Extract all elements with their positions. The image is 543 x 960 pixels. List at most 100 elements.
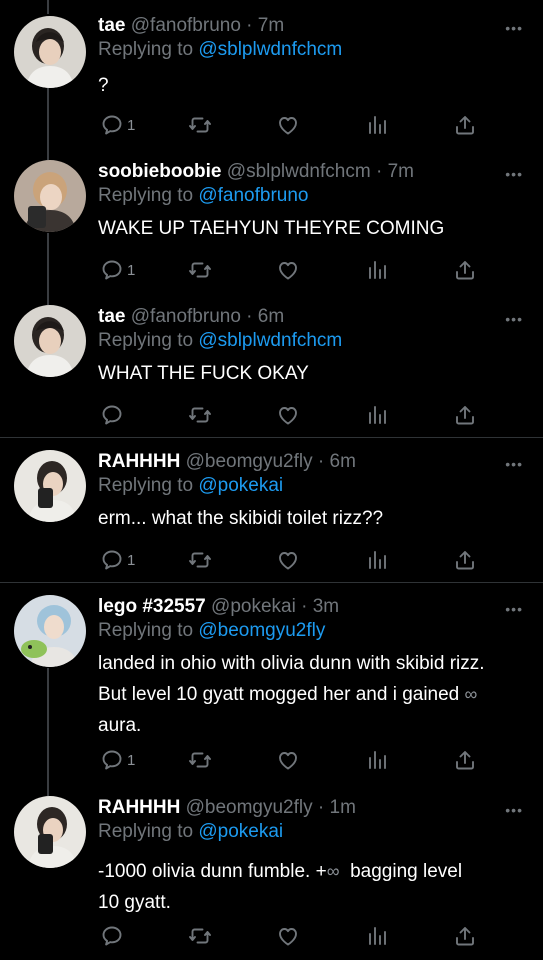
reply-button[interactable] xyxy=(100,402,127,428)
avatar[interactable] xyxy=(14,16,86,88)
views-button[interactable] xyxy=(365,112,389,138)
action-bar xyxy=(98,923,488,949)
tweet-text-line: 10 gyatt. xyxy=(98,892,171,913)
author-handle[interactable]: @fanofbruno xyxy=(131,15,241,36)
retweet-button[interactable] xyxy=(188,923,212,949)
author-handle[interactable]: @pokekai xyxy=(211,596,296,617)
share-icon xyxy=(453,548,477,572)
mention-link[interactable]: @beomgyu2fly xyxy=(198,620,325,641)
separator-dot: · xyxy=(375,161,383,182)
share-icon xyxy=(453,258,477,282)
views-button[interactable] xyxy=(365,402,389,428)
author-name[interactable]: RAHHHH xyxy=(98,797,180,818)
share-button[interactable] xyxy=(453,747,477,773)
author-name[interactable]: lego #32557 xyxy=(98,596,206,617)
like-button[interactable] xyxy=(276,547,300,573)
views-button[interactable] xyxy=(365,257,389,283)
views-button[interactable] xyxy=(365,747,389,773)
share-button[interactable] xyxy=(453,923,477,949)
like-button[interactable] xyxy=(276,257,300,283)
more-options-icon[interactable]: ••• xyxy=(505,311,523,327)
avatar[interactable] xyxy=(14,595,86,667)
retweet-button[interactable] xyxy=(188,257,212,283)
timestamp[interactable]: 7m xyxy=(388,161,414,182)
reply-button[interactable]: 1 xyxy=(100,547,135,573)
tweet-text: -1000 olivia dunn fumble. +∞ bagging lev… xyxy=(98,856,533,918)
like-button[interactable] xyxy=(276,402,300,428)
reply-button[interactable]: 1 xyxy=(100,112,135,138)
author-name[interactable]: tae xyxy=(98,306,125,327)
views-icon xyxy=(365,403,389,427)
mention-link[interactable]: @fanofbruno xyxy=(198,185,308,206)
more-options-icon[interactable]: ••• xyxy=(505,20,523,36)
reply-button[interactable]: 1 xyxy=(100,257,135,283)
avatar[interactable] xyxy=(14,796,86,868)
tweet-text: landed in ohio with olivia dunn with ski… xyxy=(98,648,533,741)
retweet-button[interactable] xyxy=(188,112,212,138)
action-bar: 1 xyxy=(98,747,488,773)
reply-button[interactable]: 1 xyxy=(100,747,135,773)
retweet-button[interactable] xyxy=(188,547,212,573)
share-icon xyxy=(453,924,477,948)
tweet[interactable]: RAHHHH @beomgyu2fly · 1m ••• Replying to… xyxy=(0,796,543,960)
tweet[interactable]: RAHHHH @beomgyu2fly · 6m ••• Replying to… xyxy=(0,450,543,580)
timestamp[interactable]: 7m xyxy=(258,15,284,36)
more-options-icon[interactable]: ••• xyxy=(505,601,523,617)
tweet-text-segment: -1000 olivia dunn fumble. + xyxy=(98,861,327,882)
divider xyxy=(0,437,543,438)
timestamp[interactable]: 3m xyxy=(313,596,339,617)
share-button[interactable] xyxy=(453,547,477,573)
retweet-button[interactable] xyxy=(188,747,212,773)
reply-icon xyxy=(100,113,124,137)
share-icon xyxy=(453,748,477,772)
reply-count: 1 xyxy=(127,751,136,769)
retweet-button[interactable] xyxy=(188,402,212,428)
timestamp[interactable]: 6m xyxy=(258,306,284,327)
reply-icon xyxy=(100,748,124,772)
like-button[interactable] xyxy=(276,112,300,138)
mention-link[interactable]: @sblplwdnfchcm xyxy=(198,330,342,351)
avatar[interactable] xyxy=(14,305,86,377)
reply-button[interactable] xyxy=(100,923,127,949)
author-handle[interactable]: @fanofbruno xyxy=(131,306,241,327)
replying-to: Replying to @beomgyu2fly xyxy=(98,619,325,643)
more-options-icon[interactable]: ••• xyxy=(505,166,523,182)
share-button[interactable] xyxy=(453,112,477,138)
more-options-icon[interactable]: ••• xyxy=(505,802,523,818)
like-button[interactable] xyxy=(276,747,300,773)
author-handle[interactable]: @beomgyu2fly xyxy=(186,797,313,818)
mention-link[interactable]: @pokekai xyxy=(198,821,283,842)
tweet[interactable]: soobieboobie @sblplwdnfchcm · 7m ••• Rep… xyxy=(0,160,543,290)
author-handle[interactable]: @beomgyu2fly xyxy=(186,451,313,472)
views-icon xyxy=(365,113,389,137)
author-handle[interactable]: @sblplwdnfchcm xyxy=(227,161,371,182)
tweet-text-line: But level 10 gyatt mogged her and i gain… xyxy=(98,679,533,710)
mention-link[interactable]: @sblplwdnfchcm xyxy=(198,39,342,60)
timestamp[interactable]: 1m xyxy=(330,797,356,818)
timestamp[interactable]: 6m xyxy=(330,451,356,472)
views-button[interactable] xyxy=(365,547,389,573)
author-name[interactable]: tae xyxy=(98,15,125,36)
separator-dot: · xyxy=(317,451,325,472)
replying-to-label: Replying to xyxy=(98,330,194,351)
replying-to-label: Replying to xyxy=(98,39,194,60)
tweet[interactable]: tae @fanofbruno · 7m ••• Replying to @sb… xyxy=(0,14,543,144)
avatar[interactable] xyxy=(14,160,86,232)
views-button[interactable] xyxy=(365,923,389,949)
replying-to: Replying to @sblplwdnfchcm xyxy=(98,38,342,62)
tweet-text: WAKE UP TAEHYUN THEYRE COMING xyxy=(98,218,445,239)
author-name[interactable]: soobieboobie xyxy=(98,161,222,182)
like-button[interactable] xyxy=(276,923,300,949)
separator-dot: · xyxy=(317,797,325,818)
share-button[interactable] xyxy=(453,402,477,428)
tweet[interactable]: tae @fanofbruno · 6m ••• Replying to @sb… xyxy=(0,305,543,435)
tweet[interactable]: lego #32557 @pokekai · 3m ••• Replying t… xyxy=(0,595,543,785)
author-name[interactable]: RAHHHH xyxy=(98,451,180,472)
action-bar: 1 xyxy=(98,257,488,283)
like-icon xyxy=(276,548,300,572)
avatar[interactable] xyxy=(14,450,86,522)
mention-link[interactable]: @pokekai xyxy=(198,475,283,496)
share-button[interactable] xyxy=(453,257,477,283)
retweet-icon xyxy=(188,924,212,948)
more-options-icon[interactable]: ••• xyxy=(505,456,523,472)
